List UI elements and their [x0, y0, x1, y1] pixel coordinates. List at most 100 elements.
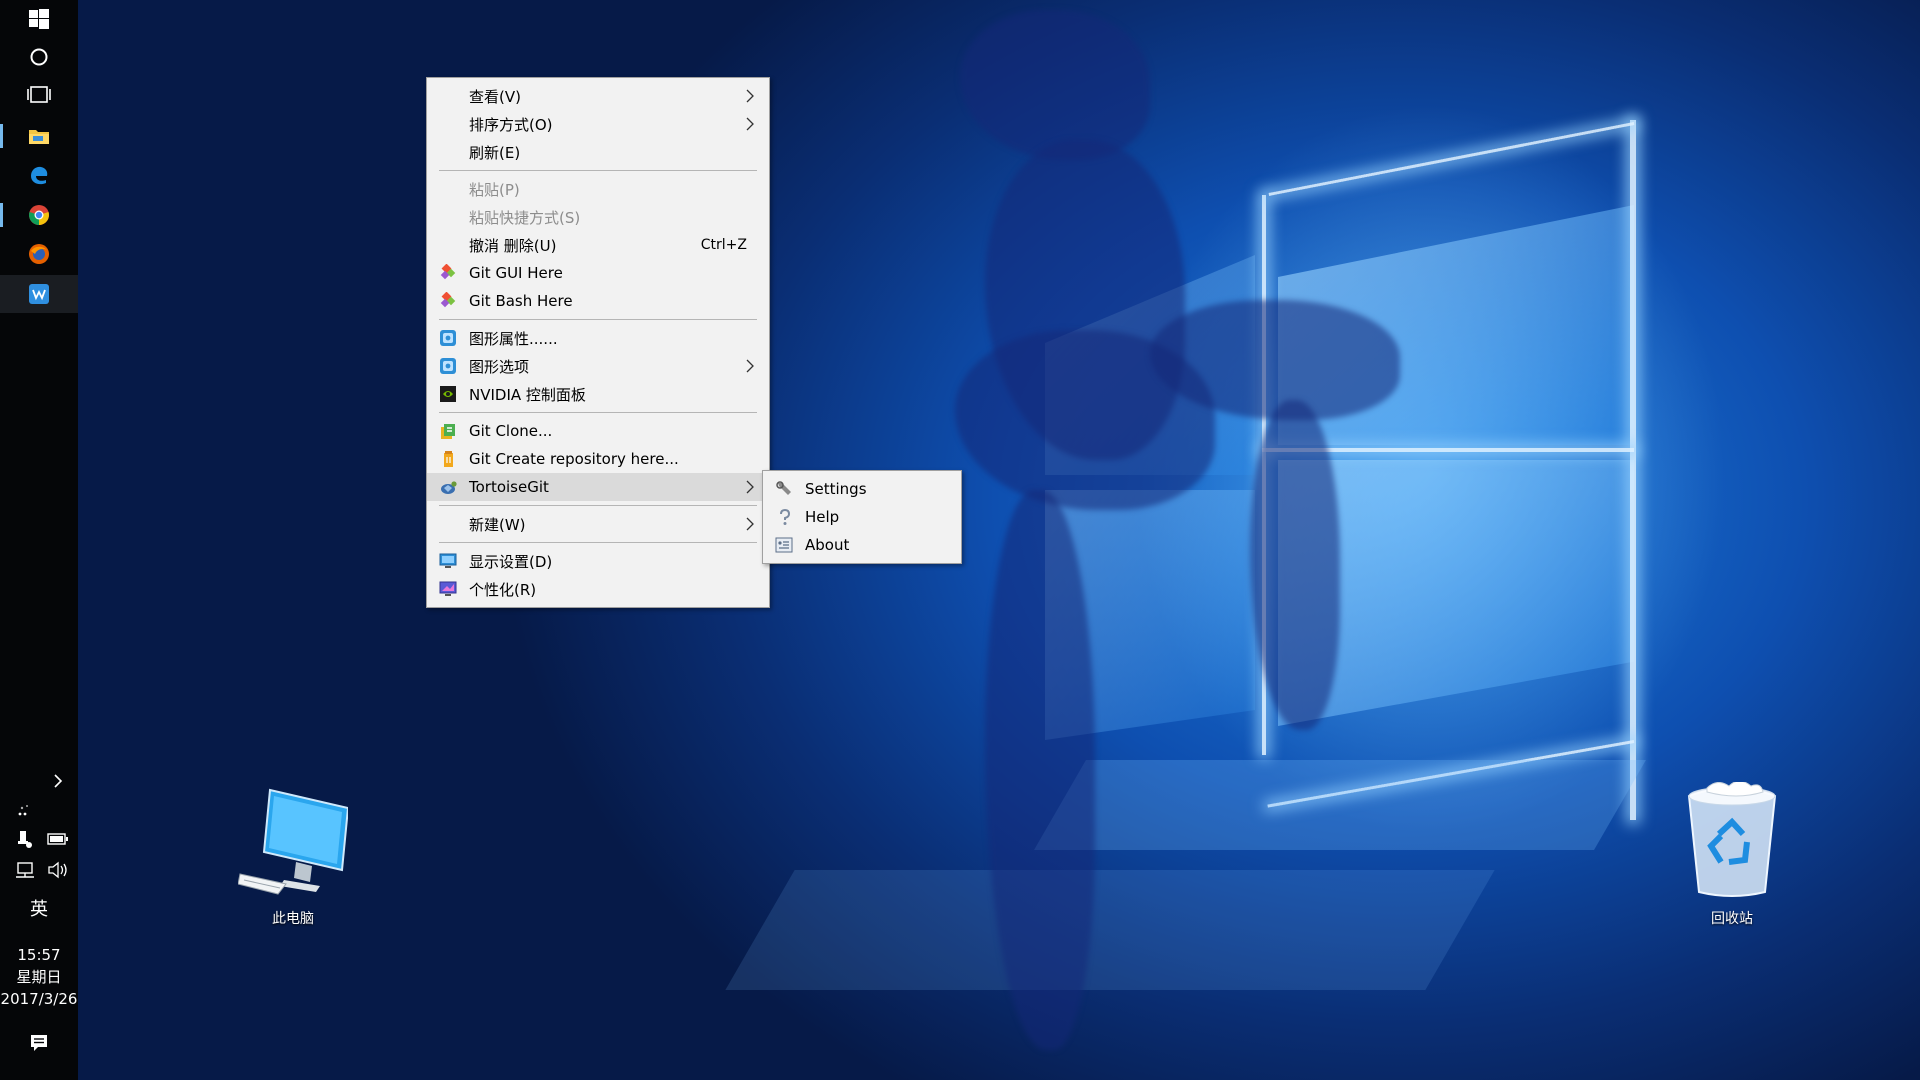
submenu-item-settings[interactable]: Settings [763, 475, 961, 503]
menu-separator [439, 542, 757, 543]
desktop-icon-recycle-bin[interactable]: 回收站 [1677, 780, 1787, 928]
nvidia-icon [439, 385, 457, 403]
ime-indicator[interactable]: 英 [0, 895, 78, 921]
menu-item-git-create-repository[interactable]: Git Create repository here... [427, 445, 769, 473]
menu-item-label: Git Create repository here... [469, 450, 679, 468]
action-center-button[interactable] [0, 1024, 78, 1062]
tray-usb-eject[interactable] [10, 826, 40, 852]
menu-separator [439, 505, 757, 506]
chevron-right-icon [746, 89, 754, 103]
menu-item-graphics-options[interactable]: 图形选项 [427, 352, 769, 380]
menu-item-label: About [805, 536, 850, 554]
wallpaper-figure [960, 10, 1150, 160]
chevron-right-icon [746, 517, 754, 531]
tray-network[interactable] [10, 857, 42, 883]
wallpaper-floor-light [1034, 760, 1646, 850]
menu-item-label: 图形属性...... [469, 329, 558, 348]
chrome-icon [29, 205, 49, 225]
intel-graphics-icon [439, 357, 457, 375]
tortoisegit-submenu: Settings Help About [762, 470, 962, 564]
wired-network-icon [16, 862, 34, 878]
menu-item-label: 新建(W) [469, 515, 526, 534]
wallpaper-beam [1268, 122, 1635, 196]
recycle-bin-icon [1687, 780, 1777, 897]
menu-item-display-settings[interactable]: 显示设置(D) [427, 547, 769, 575]
chevron-right-icon [746, 480, 754, 494]
menu-item-nvidia-control-panel[interactable]: NVIDIA 控制面板 [427, 380, 769, 408]
taskbar-firefox[interactable] [0, 235, 78, 273]
desktop-icon-this-pc[interactable]: 此电脑 [237, 788, 350, 928]
chevron-right-icon [54, 774, 63, 788]
menu-item-label: 撤消 删除(U) [469, 236, 557, 255]
menu-item-label: 显示设置(D) [469, 552, 553, 571]
taskbar-edge[interactable] [0, 156, 78, 194]
taskbar: 英 15:57 星期日 2017/3/26 [0, 0, 78, 1080]
menu-item-git-clone[interactable]: Git Clone... [427, 417, 769, 445]
wrench-icon [775, 480, 793, 498]
personalize-icon [439, 580, 457, 598]
menu-item-label: TortoiseGit [469, 478, 549, 496]
tray-network-activity[interactable] [8, 797, 44, 823]
menu-item-view[interactable]: 查看(V) [427, 82, 769, 110]
taskbar-chrome[interactable] [0, 196, 78, 234]
usb-eject-icon [18, 831, 32, 848]
menu-item-refresh[interactable]: 刷新(E) [427, 138, 769, 166]
task-view-button[interactable] [0, 76, 78, 114]
menu-item-label: Git GUI Here [469, 264, 563, 282]
start-button[interactable] [0, 0, 78, 38]
menu-separator [439, 412, 757, 413]
tray-battery[interactable] [42, 826, 74, 852]
taskbar-file-explorer[interactable] [0, 117, 78, 155]
menu-item-git-gui-here[interactable]: Git GUI Here [427, 259, 769, 287]
computer-monitor-icon [237, 788, 350, 895]
git-repository-icon [439, 450, 457, 468]
display-settings-icon [439, 552, 457, 570]
folder-icon [29, 130, 49, 144]
submenu-item-about[interactable]: About [763, 531, 961, 559]
menu-item-label: 刷新(E) [469, 143, 521, 162]
menu-item-undo-delete[interactable]: 撤消 删除(U) Ctrl+Z [427, 231, 769, 259]
clock-date: 2017/3/26 [0, 990, 78, 1008]
menu-item-paste-shortcut: 粘贴快捷方式(S) [427, 203, 769, 231]
menu-item-label: 排序方式(O) [469, 115, 553, 134]
firefox-icon [29, 244, 49, 264]
menu-item-git-bash-here[interactable]: Git Bash Here [427, 287, 769, 315]
notification-icon [31, 1035, 47, 1051]
help-icon [775, 508, 793, 526]
taskbar-wps-writer[interactable] [0, 275, 78, 313]
tray-volume[interactable] [42, 857, 74, 883]
desktop-context-menu: 查看(V) 排序方式(O) 刷新(E) 粘贴(P) 粘贴快捷方式(S) 撤消 删… [426, 77, 770, 608]
battery-icon [47, 833, 68, 845]
menu-item-label: NVIDIA 控制面板 [469, 385, 586, 404]
wallpaper-floor-light [725, 870, 1495, 990]
menu-separator [439, 170, 757, 171]
intel-graphics-icon [439, 329, 457, 347]
show-hidden-icons-button[interactable] [38, 762, 78, 800]
git-diamond-icon [439, 292, 457, 310]
menu-item-shortcut: Ctrl+Z [700, 237, 747, 253]
menu-item-label: 查看(V) [469, 87, 521, 106]
desktop-icon-label: 回收站 [1711, 911, 1753, 927]
submenu-item-help[interactable]: Help [763, 503, 961, 531]
git-diamond-icon [439, 264, 457, 282]
chevron-right-icon [746, 117, 754, 131]
clock[interactable]: 15:57 星期日 2017/3/26 [0, 944, 78, 1010]
cortana-circle-icon [30, 48, 48, 66]
tortoisegit-icon [439, 478, 457, 496]
task-view-icon [27, 86, 51, 103]
clock-time: 15:57 [17, 946, 61, 964]
menu-item-new[interactable]: 新建(W) [427, 510, 769, 538]
menu-item-label: Git Bash Here [469, 292, 573, 310]
menu-item-graphics-properties[interactable]: 图形属性...... [427, 324, 769, 352]
menu-item-label: 粘贴快捷方式(S) [469, 208, 581, 227]
menu-item-label: Help [805, 508, 840, 526]
chevron-right-icon [746, 359, 754, 373]
menu-separator [439, 319, 757, 320]
menu-item-personalize[interactable]: 个性化(R) [427, 575, 769, 603]
menu-item-label: Settings [805, 480, 867, 498]
menu-item-label: 图形选项 [469, 357, 530, 376]
clock-weekday: 星期日 [16, 968, 62, 986]
menu-item-tortoisegit[interactable]: TortoiseGit [427, 473, 769, 501]
cortana-button[interactable] [0, 38, 78, 76]
menu-item-sort-by[interactable]: 排序方式(O) [427, 110, 769, 138]
